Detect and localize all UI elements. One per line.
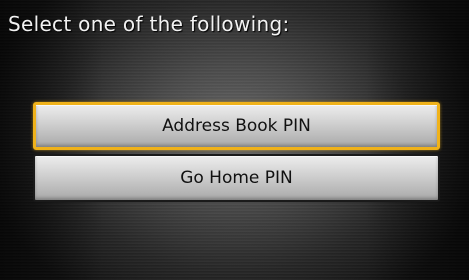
go-home-pin-button[interactable]: Go Home PIN bbox=[33, 154, 440, 202]
prompt-text: Select one of the following: bbox=[8, 12, 290, 36]
address-book-pin-label: Address Book PIN bbox=[162, 116, 311, 136]
pin-selection-screen: Select one of the following: Address Boo… bbox=[0, 0, 469, 280]
address-book-pin-button[interactable]: Address Book PIN bbox=[33, 102, 440, 150]
pin-option-menu: Address Book PIN Go Home PIN bbox=[33, 102, 440, 202]
go-home-pin-label: Go Home PIN bbox=[180, 168, 293, 188]
